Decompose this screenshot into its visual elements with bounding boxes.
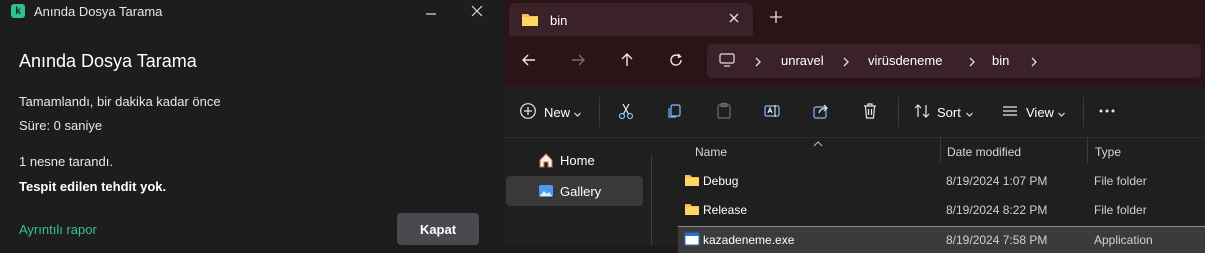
tab-title: bin <box>550 13 568 28</box>
breadcrumb-unravel[interactable]: unravel <box>781 53 824 68</box>
table-row[interactable]: Debug 8/19/2024 1:07 PM File folder <box>678 168 1205 194</box>
tab-close-icon[interactable] <box>727 11 741 30</box>
scan-status: Tamamlandı, bir dakika kadar önce <box>19 94 221 109</box>
sort-icon[interactable] <box>913 102 931 125</box>
breadcrumb-virusdeneme[interactable]: virüsdeneme <box>868 53 942 68</box>
minimize-icon[interactable] <box>420 0 442 22</box>
tab-bin[interactable]: bin <box>509 3 753 36</box>
up-icon[interactable] <box>619 52 635 73</box>
file-type: File folder <box>1094 203 1147 217</box>
address-bar[interactable]: unravel virüsdeneme bin <box>707 44 1201 78</box>
close-icon[interactable] <box>466 0 488 22</box>
file-explorer-window: bin unravel virüsdeneme bin New Sort Vie… <box>503 0 1205 253</box>
column-header-date-modified[interactable]: Date modified <box>947 145 1021 159</box>
column-divider[interactable] <box>1087 137 1088 163</box>
cut-icon[interactable] <box>617 102 635 125</box>
more-options-icon[interactable] <box>1098 102 1116 125</box>
file-list: Name Date modified Type Debug 8/19/2024 … <box>678 135 1205 253</box>
scan-duration: Süre: 0 saniye <box>19 118 103 133</box>
nav-item-gallery[interactable]: Gallery <box>506 176 643 206</box>
sort-button[interactable]: Sort <box>937 105 961 120</box>
chevron-right-icon <box>841 55 851 73</box>
chevron-down-icon <box>1057 106 1066 124</box>
nav-scrollbar[interactable] <box>651 155 652 245</box>
view-button[interactable]: View <box>1026 105 1054 120</box>
gallery-icon <box>538 183 554 204</box>
nav-item-home[interactable]: Home <box>506 145 643 175</box>
chevron-up-icon <box>813 135 823 153</box>
file-date: 8/19/2024 1:07 PM <box>946 174 1048 188</box>
file-name: Debug <box>703 174 739 188</box>
folder-icon <box>684 173 700 192</box>
file-date: 8/19/2024 8:22 PM <box>946 203 1048 217</box>
breadcrumb-bin[interactable]: bin <box>992 53 1009 68</box>
home-icon <box>538 152 554 173</box>
tab-bar: bin <box>503 0 1205 36</box>
command-bar: New Sort View <box>503 86 1205 138</box>
navigation-bar: unravel virüsdeneme bin <box>503 36 1205 86</box>
new-button[interactable]: New <box>544 105 570 120</box>
scan-result: Tespit edilen tehdit yok. <box>19 179 167 194</box>
computer-icon <box>719 53 735 73</box>
chevron-right-icon[interactable] <box>1029 55 1039 73</box>
view-icon[interactable] <box>1001 102 1019 125</box>
file-type: File folder <box>1094 174 1147 188</box>
nav-item-label: Home <box>560 153 595 168</box>
column-header-type[interactable]: Type <box>1095 145 1121 159</box>
dialog-heading: Anında Dosya Tarama <box>19 51 197 71</box>
table-row[interactable]: Release 8/19/2024 8:22 PM File folder <box>678 197 1205 223</box>
refresh-icon[interactable] <box>668 52 684 73</box>
chevron-right-icon <box>967 55 977 73</box>
column-divider[interactable] <box>940 137 941 163</box>
file-name: Release <box>703 203 748 217</box>
back-icon[interactable] <box>521 52 537 73</box>
forward-icon[interactable] <box>570 52 586 73</box>
divider <box>599 97 600 127</box>
close-button[interactable]: Kapat <box>397 213 479 245</box>
detailed-report-link[interactable]: Ayrıntılı rapor <box>19 222 97 237</box>
divider <box>898 97 899 127</box>
window-title: Anında Dosya Tarama <box>34 4 163 19</box>
navigation-pane: Home Gallery <box>503 137 663 245</box>
folder-icon <box>684 202 700 221</box>
folder-icon <box>521 12 539 32</box>
column-header-name[interactable]: Name <box>695 145 727 159</box>
kaspersky-logo-icon: k <box>11 4 25 18</box>
table-row[interactable]: kazadeneme.exe 8/19/2024 7:58 PM Applica… <box>678 226 1205 253</box>
share-icon[interactable] <box>812 102 830 125</box>
chevron-right-icon <box>753 55 763 73</box>
chevron-down-icon <box>573 106 582 124</box>
new-tab-icon[interactable] <box>768 9 784 30</box>
nav-item-label: Gallery <box>560 184 602 199</box>
application-icon <box>684 232 700 251</box>
kaspersky-scan-dialog: k Anında Dosya Tarama Anında Dosya Taram… <box>0 0 502 245</box>
divider <box>1083 97 1084 127</box>
new-icon[interactable] <box>519 102 537 125</box>
delete-icon[interactable] <box>861 102 879 125</box>
chevron-down-icon <box>965 106 974 124</box>
copy-icon[interactable] <box>665 102 683 125</box>
scanned-count: 1 nesne tarandı. <box>19 154 113 169</box>
paste-icon[interactable] <box>715 102 733 125</box>
rename-icon[interactable] <box>763 102 781 125</box>
dialog-titlebar: k Anında Dosya Tarama <box>0 0 502 22</box>
